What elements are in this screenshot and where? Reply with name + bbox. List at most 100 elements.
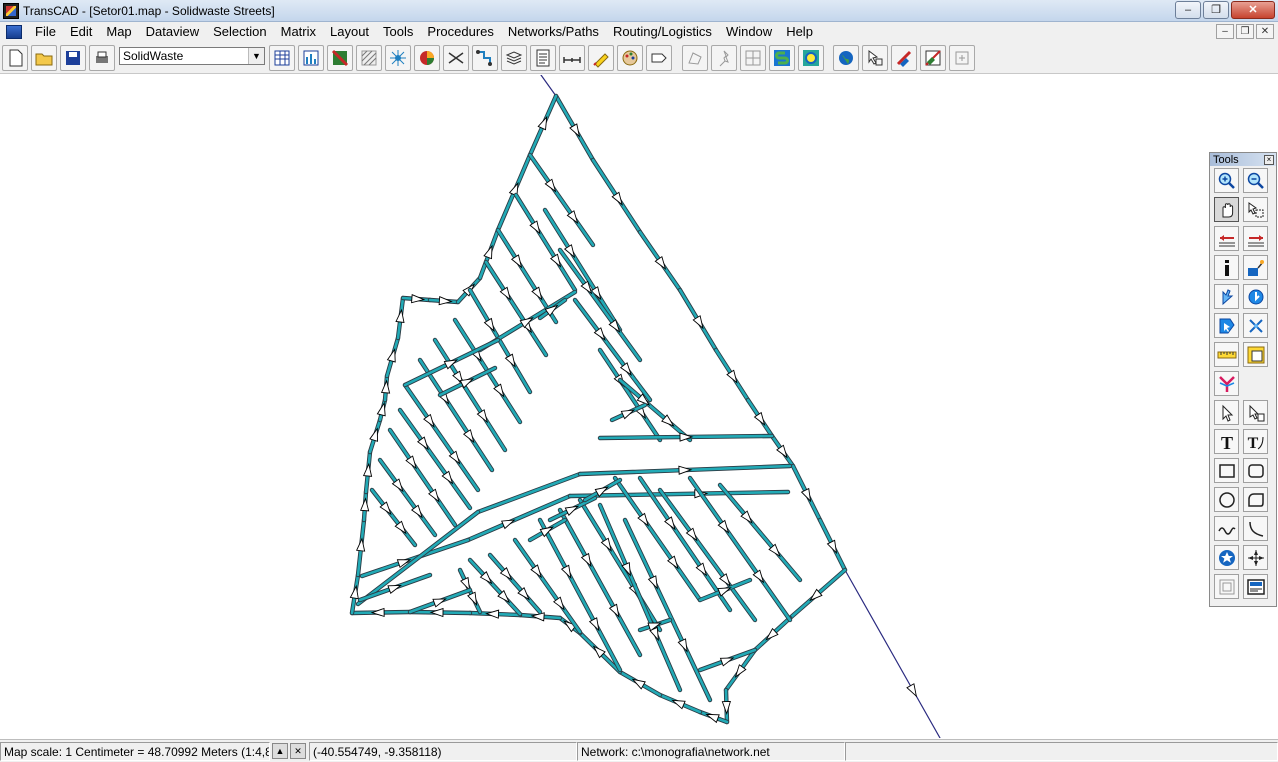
menu-selection[interactable]: Selection xyxy=(206,22,273,42)
overlay-button[interactable] xyxy=(891,45,917,71)
close-button[interactable]: ✕ xyxy=(1231,1,1275,19)
shape-edit-button[interactable] xyxy=(682,45,708,71)
frame-tool[interactable] xyxy=(1214,574,1239,599)
menu-networks-paths[interactable]: Networks/Paths xyxy=(501,22,606,42)
menu-tools[interactable]: Tools xyxy=(376,22,420,42)
curve-tool[interactable] xyxy=(1243,516,1268,541)
info-tool[interactable] xyxy=(1214,255,1239,280)
layer-select[interactable]: SolidWaste ▼ xyxy=(119,47,265,65)
street-segment xyxy=(476,472,582,514)
print-button[interactable] xyxy=(89,45,115,71)
document-system-menu-icon[interactable] xyxy=(6,25,22,39)
save-disk-button[interactable] xyxy=(60,45,86,71)
open-folder-button[interactable] xyxy=(31,45,57,71)
legend-button[interactable] xyxy=(530,45,556,71)
menu-procedures[interactable]: Procedures xyxy=(420,22,500,42)
circle-select-icon xyxy=(1248,289,1263,304)
direction-arrow xyxy=(395,308,405,323)
label-button[interactable] xyxy=(646,45,672,71)
doc-restore-button[interactable]: ❐ xyxy=(1236,24,1254,39)
menu-file[interactable]: File xyxy=(28,22,63,42)
route-s-button[interactable] xyxy=(769,45,795,71)
chart-button[interactable] xyxy=(298,45,324,71)
dataview-table-button[interactable] xyxy=(269,45,295,71)
menu-map[interactable]: Map xyxy=(99,22,138,42)
new-file-button[interactable] xyxy=(2,45,28,71)
street-segment xyxy=(558,248,642,362)
street-segment xyxy=(718,483,802,582)
tools-palette-header[interactable]: Tools × xyxy=(1210,153,1276,166)
scale-bar-button[interactable] xyxy=(559,45,585,71)
status-bar: Map scale: 1 Centimeter = 48.70992 Meter… xyxy=(0,739,1278,762)
ruler-icon xyxy=(1217,351,1236,358)
network-path-tool[interactable] xyxy=(1214,371,1239,396)
direction-arrow xyxy=(429,607,444,618)
export-button[interactable] xyxy=(949,45,975,71)
minimize-button[interactable]: – xyxy=(1175,1,1201,19)
text-tool[interactable]: T xyxy=(1214,429,1239,454)
palette-button[interactable] xyxy=(617,45,643,71)
menu-help[interactable]: Help xyxy=(779,22,820,42)
rounded-rectangle-tool[interactable] xyxy=(1243,458,1268,483)
circle-tool[interactable] xyxy=(1214,487,1239,512)
network-icon xyxy=(448,52,464,64)
menu-routing-logistics[interactable]: Routing/Logistics xyxy=(606,22,719,42)
circle-select-tool[interactable] xyxy=(1243,284,1268,309)
freehand-line-icon xyxy=(1217,526,1236,535)
menu-dataview[interactable]: Dataview xyxy=(139,22,206,42)
north-arrow-tool[interactable] xyxy=(1243,545,1268,570)
picture-tool[interactable] xyxy=(1243,574,1268,599)
pin-button[interactable] xyxy=(711,45,737,71)
freehand-shape-tool[interactable] xyxy=(1243,487,1268,512)
svg-text:T: T xyxy=(1247,435,1258,452)
pie-chart-button[interactable] xyxy=(414,45,440,71)
hotlink-tool[interactable] xyxy=(1243,255,1268,280)
layers-icon xyxy=(505,51,523,65)
street-segment xyxy=(638,476,732,612)
previous-scale-tool[interactable] xyxy=(1214,226,1239,251)
path-button[interactable] xyxy=(472,45,498,71)
globe-button[interactable] xyxy=(833,45,859,71)
menu-matrix[interactable]: Matrix xyxy=(274,22,323,42)
star-symbol-tool[interactable] xyxy=(1214,545,1239,570)
measure-area-tool[interactable] xyxy=(1243,342,1268,367)
close-icon[interactable]: × xyxy=(1264,154,1274,165)
menu-edit[interactable]: Edit xyxy=(63,22,99,42)
menu-window[interactable]: Window xyxy=(719,22,779,42)
freehand-line-tool[interactable] xyxy=(1214,516,1239,541)
select-map-button[interactable] xyxy=(862,45,888,71)
zoom-in-tool[interactable] xyxy=(1214,168,1239,193)
pattern-button[interactable] xyxy=(356,45,382,71)
chevron-down-icon[interactable]: ▼ xyxy=(248,48,264,64)
scale-up-icon[interactable]: ▲ xyxy=(272,743,288,759)
network-button[interactable] xyxy=(443,45,469,71)
edit-features-button[interactable] xyxy=(920,45,946,71)
polygon-select-tool[interactable] xyxy=(1214,313,1239,338)
pan-hand-tool[interactable] xyxy=(1214,197,1239,222)
theme-color-button[interactable] xyxy=(327,45,353,71)
dot-density-button[interactable] xyxy=(385,45,411,71)
next-scale-tool[interactable] xyxy=(1243,226,1268,251)
edit-pointer-tool[interactable] xyxy=(1243,400,1268,425)
clear-select-tool[interactable] xyxy=(1243,313,1268,338)
map-canvas[interactable] xyxy=(0,75,1278,738)
grid-button[interactable] xyxy=(740,45,766,71)
scale-cancel-icon[interactable]: ✕ xyxy=(290,743,306,759)
pointer-select-tool[interactable] xyxy=(1214,284,1239,309)
zoom-in-icon xyxy=(1218,172,1235,189)
arrow-pointer-tool[interactable] xyxy=(1214,400,1239,425)
layers-button[interactable] xyxy=(501,45,527,71)
street-network-map[interactable] xyxy=(0,75,1278,738)
restore-button[interactable]: ❐ xyxy=(1203,1,1229,19)
contour-button[interactable] xyxy=(798,45,824,71)
doc-close-button[interactable]: ✕ xyxy=(1256,24,1274,39)
menu-layout[interactable]: Layout xyxy=(323,22,376,42)
zoom-box-tool[interactable] xyxy=(1243,197,1268,222)
ruler-tool[interactable] xyxy=(1214,342,1239,367)
zoom-out-tool[interactable] xyxy=(1243,168,1268,193)
doc-minimize-button[interactable]: – xyxy=(1216,24,1234,39)
transcad-app-icon[interactable] xyxy=(3,2,19,19)
highlighter-button[interactable] xyxy=(588,45,614,71)
curved-text-tool[interactable]: T xyxy=(1243,429,1268,454)
rectangle-tool[interactable] xyxy=(1214,458,1239,483)
